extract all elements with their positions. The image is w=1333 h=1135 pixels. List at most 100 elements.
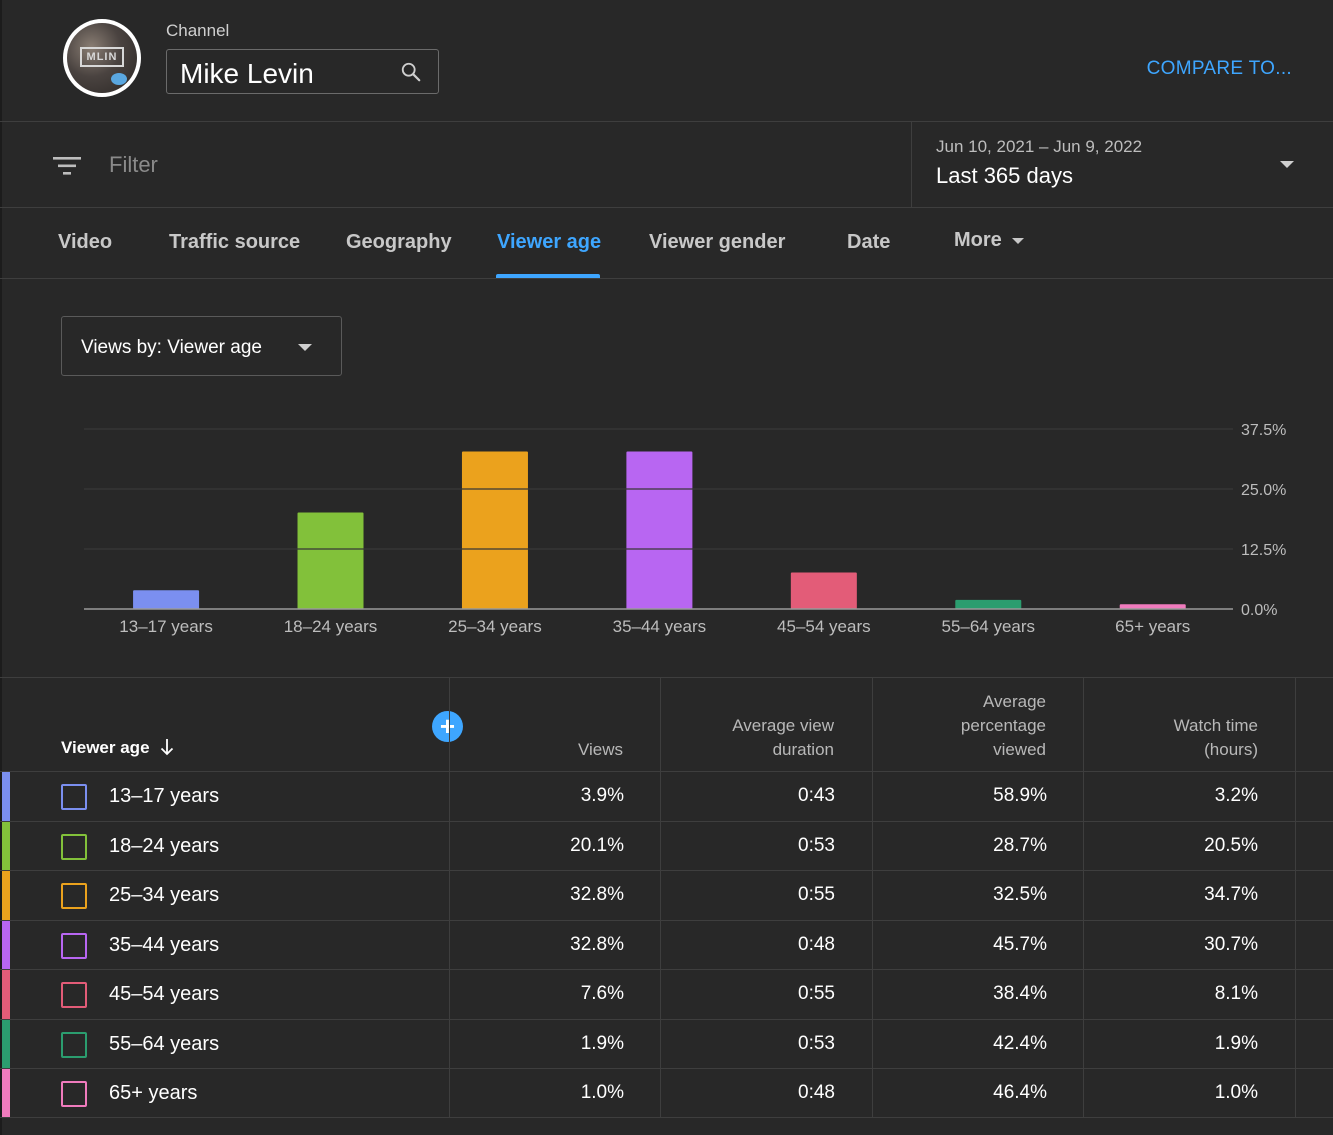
- series-color-bar: [2, 871, 10, 920]
- x-tick-label: 35–44 years: [613, 617, 707, 636]
- x-tick-label: 65+ years: [1115, 617, 1190, 636]
- column-header-views[interactable]: Views: [578, 738, 623, 762]
- avatar-blue-accent: [111, 73, 127, 85]
- series-color-bar: [2, 1020, 10, 1069]
- row-checkbox[interactable]: [61, 1032, 87, 1058]
- column-header-line: Average view: [732, 716, 834, 735]
- channel-search-field[interactable]: Mike Levin: [166, 49, 439, 94]
- x-tick-label: 25–34 years: [448, 617, 542, 636]
- series-color-bar: [2, 1069, 10, 1118]
- row-age-label: 65+ years: [109, 1082, 198, 1104]
- series-color-bar: [2, 970, 10, 1019]
- cell-watch-time: 20.5%: [1204, 835, 1258, 856]
- tab-traffic-source[interactable]: Traffic source: [169, 231, 300, 254]
- x-tick-label: 45–54 years: [777, 617, 871, 636]
- add-column-button[interactable]: +: [432, 711, 463, 742]
- row-checkbox[interactable]: [61, 982, 87, 1008]
- column-header-avg-view-duration[interactable]: Average view duration: [732, 714, 834, 762]
- filter-icon[interactable]: [53, 155, 81, 177]
- channel-label: Channel: [166, 21, 230, 40]
- divider: [0, 1117, 1333, 1118]
- row-checkbox[interactable]: [61, 834, 87, 860]
- x-tick-label: 55–64 years: [941, 617, 1035, 636]
- y-tick-label: 0.0%: [1241, 602, 1277, 619]
- cell-views: 3.9%: [580, 785, 624, 806]
- x-tick-label: 18–24 years: [284, 617, 378, 636]
- column-header-viewer-age[interactable]: Viewer age: [61, 738, 174, 758]
- cell-avg-percentage-viewed: 46.4%: [993, 1082, 1047, 1103]
- sort-arrow-down-icon[interactable]: [160, 738, 174, 756]
- row-checkbox[interactable]: [61, 883, 87, 909]
- table-row[interactable]: 35–44 years 32.8% 0:48 45.7% 30.7%: [0, 920, 1333, 970]
- cell-avg-percentage-viewed: 42.4%: [993, 1033, 1047, 1054]
- row-age-label: 45–54 years: [109, 983, 220, 1005]
- series-color-bar: [2, 772, 10, 821]
- column-header-avg-percentage-viewed[interactable]: Average percentage viewed: [961, 690, 1046, 762]
- channel-header: MLIN Channel Mike Levin COMPARE TO...: [0, 0, 1333, 122]
- cell-watch-time: 34.7%: [1204, 884, 1258, 905]
- table-row[interactable]: 25–34 years 32.8% 0:55 32.5% 34.7%: [0, 870, 1333, 920]
- active-tab-indicator: [496, 274, 600, 278]
- column-header-watch-time[interactable]: Watch time (hours): [1174, 714, 1258, 762]
- column-header-line: duration: [772, 740, 834, 759]
- table-row[interactable]: 65+ years 1.0% 0:48 46.4% 1.0%: [0, 1068, 1333, 1118]
- cell-avg-view-duration: 0:48: [798, 1082, 835, 1103]
- column-header-line: viewed: [993, 740, 1046, 759]
- channel-avatar[interactable]: MLIN: [63, 19, 141, 97]
- y-tick-label: 37.5%: [1241, 422, 1286, 439]
- cell-views: 20.1%: [570, 835, 624, 856]
- row-age-label: 13–17 years: [109, 785, 220, 807]
- cell-avg-view-duration: 0:48: [798, 934, 835, 955]
- views-by-label: Views by: Viewer age: [81, 337, 262, 358]
- row-checkbox[interactable]: [61, 784, 87, 810]
- row-checkbox[interactable]: [61, 1081, 87, 1107]
- tab-more[interactable]: More: [954, 229, 1024, 252]
- chart-bar: [297, 512, 364, 609]
- table-row[interactable]: 45–54 years 7.6% 0:55 38.4% 8.1%: [0, 969, 1333, 1019]
- search-icon[interactable]: [400, 61, 422, 83]
- y-tick-label: 25.0%: [1241, 482, 1286, 499]
- avatar-image: MLIN: [67, 23, 137, 93]
- chart-bar: [133, 590, 200, 609]
- tab-date[interactable]: Date: [847, 231, 890, 254]
- column-header-label: Viewer age: [61, 738, 150, 757]
- cell-views: 1.9%: [580, 1033, 624, 1054]
- column-header-line: (hours): [1204, 740, 1258, 759]
- cell-avg-percentage-viewed: 58.9%: [993, 785, 1047, 806]
- tab-viewer-age[interactable]: Viewer age: [497, 231, 601, 254]
- cell-watch-time: 8.1%: [1214, 983, 1258, 1004]
- tab-viewer-gender[interactable]: Viewer gender: [649, 231, 785, 254]
- cell-avg-view-duration: 0:53: [798, 835, 835, 856]
- cell-views: 7.6%: [580, 983, 624, 1004]
- cell-avg-view-duration: 0:55: [798, 884, 835, 905]
- table-row[interactable]: 18–24 years 20.1% 0:53 28.7% 20.5%: [0, 821, 1333, 871]
- avatar-logo: MLIN: [80, 47, 124, 67]
- tab-geography[interactable]: Geography: [346, 231, 452, 254]
- divider: [0, 677, 1333, 678]
- tab-video[interactable]: Video: [58, 231, 112, 254]
- chart-bar: [955, 599, 1022, 609]
- y-tick-label: 12.5%: [1241, 542, 1286, 559]
- row-checkbox[interactable]: [61, 933, 87, 959]
- views-by-dropdown[interactable]: Views by: Viewer age: [61, 316, 342, 376]
- date-range-picker[interactable]: Jun 10, 2021 – Jun 9, 2022 Last 365 days: [911, 122, 1333, 208]
- cell-views: 32.8%: [570, 934, 624, 955]
- row-age-label: 18–24 years: [109, 835, 220, 857]
- cell-avg-percentage-viewed: 45.7%: [993, 934, 1047, 955]
- cell-watch-time: 1.9%: [1214, 1033, 1258, 1054]
- table-row[interactable]: 55–64 years 1.9% 0:53 42.4% 1.9%: [0, 1019, 1333, 1069]
- chevron-down-icon: [1280, 161, 1294, 168]
- cell-watch-time: 30.7%: [1204, 934, 1258, 955]
- report-tabs: Video Traffic source Geography Viewer ag…: [0, 208, 1333, 279]
- cell-avg-percentage-viewed: 28.7%: [993, 835, 1047, 856]
- chevron-down-icon: [298, 344, 312, 351]
- cell-avg-percentage-viewed: 32.5%: [993, 884, 1047, 905]
- series-color-bar: [2, 921, 10, 970]
- filter-bar: Filter Jun 10, 2021 – Jun 9, 2022 Last 3…: [0, 122, 1333, 208]
- chart-bar: [626, 451, 693, 609]
- viewer-age-bar-chart: 13–17 years 18–24 years 25–34 years 35–44 y…: [84, 422, 1286, 636]
- filter-input[interactable]: Filter: [109, 152, 158, 178]
- column-header-line: Watch time: [1173, 716, 1258, 735]
- compare-to-button[interactable]: COMPARE TO...: [1147, 58, 1292, 80]
- table-row[interactable]: 13–17 years 3.9% 0:43 58.9% 3.2%: [0, 771, 1333, 821]
